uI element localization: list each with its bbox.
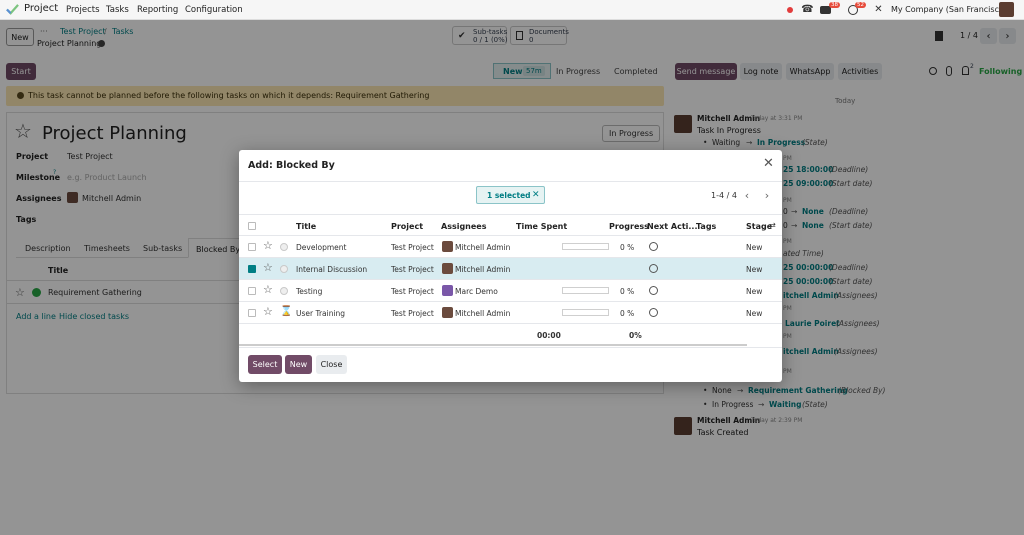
- hourglass-icon[interactable]: ⌛: [280, 307, 292, 317]
- activity-clock-icon[interactable]: [649, 242, 658, 251]
- close-button[interactable]: Close: [316, 355, 347, 374]
- row-project: Test Project: [391, 287, 434, 296]
- row-stage: New: [746, 309, 763, 318]
- dialog-next-button[interactable]: ›: [758, 187, 776, 203]
- messages-badge: 38: [829, 2, 840, 8]
- table-row[interactable]: ☆ Internal Discussion Test Project Mitch…: [239, 258, 782, 280]
- row-assignee-avatar: [442, 241, 453, 252]
- footer-divider: [239, 347, 782, 348]
- dialog-prev-button[interactable]: ‹: [738, 187, 756, 203]
- row-assignee-avatar: [442, 307, 453, 318]
- phone-icon[interactable]: ☎: [801, 4, 813, 15]
- total-progress: 0%: [629, 331, 642, 340]
- select-button[interactable]: Select: [248, 355, 282, 374]
- menu-reporting[interactable]: Reporting: [137, 5, 178, 15]
- dialog-title: Add: Blocked By: [248, 160, 335, 171]
- menu-configuration[interactable]: Configuration: [185, 5, 243, 15]
- row-assignee: Mitchell Admin: [455, 309, 511, 318]
- table-row[interactable]: ☆ Testing Test Project Marc Demo 0 % New: [239, 280, 782, 302]
- menu-projects[interactable]: Projects: [66, 5, 100, 15]
- column-progress[interactable]: Progress: [609, 222, 649, 231]
- column-tags[interactable]: Tags: [696, 222, 716, 231]
- row-assignee: Mitchell Admin: [455, 265, 511, 274]
- list-header: Title Project Assignees Time Spent Progr…: [239, 214, 782, 236]
- row-assignee-avatar: [442, 285, 453, 296]
- menu-tasks[interactable]: Tasks: [106, 5, 129, 15]
- row-stage: New: [746, 287, 763, 296]
- activity-clock-icon[interactable]: [649, 264, 658, 273]
- column-assignees[interactable]: Assignees: [441, 222, 487, 231]
- tools-icon[interactable]: ✕: [873, 4, 884, 15]
- activity-clock-icon[interactable]: [649, 308, 658, 317]
- row-assignee: Marc Demo: [455, 287, 498, 296]
- row-checkbox[interactable]: [248, 287, 256, 295]
- app-name[interactable]: Project: [24, 3, 58, 14]
- selection-pill[interactable]: 1 selected ✕: [476, 186, 545, 204]
- row-progress-text: 0 %: [620, 287, 635, 296]
- row-stage: New: [746, 243, 763, 252]
- select-all-checkbox[interactable]: [248, 222, 256, 230]
- dialog-pager[interactable]: 1-4 / 4: [711, 191, 737, 200]
- activity-clock-icon[interactable]: [649, 286, 658, 295]
- row-checkbox[interactable]: [248, 265, 256, 273]
- row-checkbox[interactable]: [248, 309, 256, 317]
- row-progress-bar: [562, 287, 609, 294]
- column-title[interactable]: Title: [296, 222, 316, 231]
- table-row[interactable]: ☆ ⌛ User Training Test Project Mitchell …: [239, 302, 782, 324]
- record-status-dot: [787, 7, 793, 13]
- row-assignee-avatar: [442, 263, 453, 274]
- row-title: User Training: [296, 309, 346, 318]
- row-stage: New: [746, 265, 763, 274]
- row-checkbox[interactable]: [248, 243, 256, 251]
- close-icon[interactable]: ✕: [763, 157, 774, 170]
- kanban-state-icon[interactable]: [280, 287, 288, 295]
- column-time-spent[interactable]: Time Spent: [516, 222, 567, 231]
- row-project: Test Project: [391, 309, 434, 318]
- row-title: Testing: [296, 287, 323, 296]
- total-time-spent: 00:00: [537, 331, 561, 340]
- dialog-header: Add: Blocked By ✕: [239, 150, 782, 182]
- user-avatar[interactable]: [999, 2, 1014, 17]
- new-record-button[interactable]: New: [285, 355, 312, 374]
- company-switcher[interactable]: My Company (San Francisco): [891, 5, 1007, 14]
- priority-star-icon[interactable]: ☆: [263, 284, 273, 295]
- row-assignee: Mitchell Admin: [455, 243, 511, 252]
- row-project: Test Project: [391, 265, 434, 274]
- row-progress-text: 0 %: [620, 309, 635, 318]
- top-navbar: Project Projects Tasks Reporting Configu…: [0, 0, 1024, 20]
- selection-count: 1 selected: [487, 191, 531, 200]
- row-title: Internal Discussion: [296, 265, 368, 274]
- row-project: Test Project: [391, 243, 434, 252]
- row-title: Development: [296, 243, 347, 252]
- priority-star-icon[interactable]: ☆: [263, 262, 273, 273]
- row-progress-bar: [562, 243, 609, 250]
- optional-columns-icon[interactable]: ⇄: [769, 221, 776, 230]
- table-row[interactable]: ☆ Development Test Project Mitchell Admi…: [239, 236, 782, 258]
- project-app-icon[interactable]: [6, 3, 19, 16]
- kanban-state-icon[interactable]: [280, 243, 288, 251]
- activities-badge: 52: [855, 2, 866, 8]
- row-progress-bar: [562, 309, 609, 316]
- column-project[interactable]: Project: [391, 222, 423, 231]
- priority-star-icon[interactable]: ☆: [263, 306, 273, 317]
- unselect-all-icon[interactable]: ✕: [532, 190, 540, 200]
- kanban-state-icon[interactable]: [280, 265, 288, 273]
- column-next-activity[interactable]: Next Acti...: [647, 222, 698, 231]
- totals-row: 00:00 0%: [239, 324, 747, 346]
- priority-star-icon[interactable]: ☆: [263, 240, 273, 251]
- add-blocked-by-dialog: Add: Blocked By ✕ 1 selected ✕ 1-4 / 4 ‹…: [239, 150, 782, 382]
- row-progress-text: 0 %: [620, 243, 635, 252]
